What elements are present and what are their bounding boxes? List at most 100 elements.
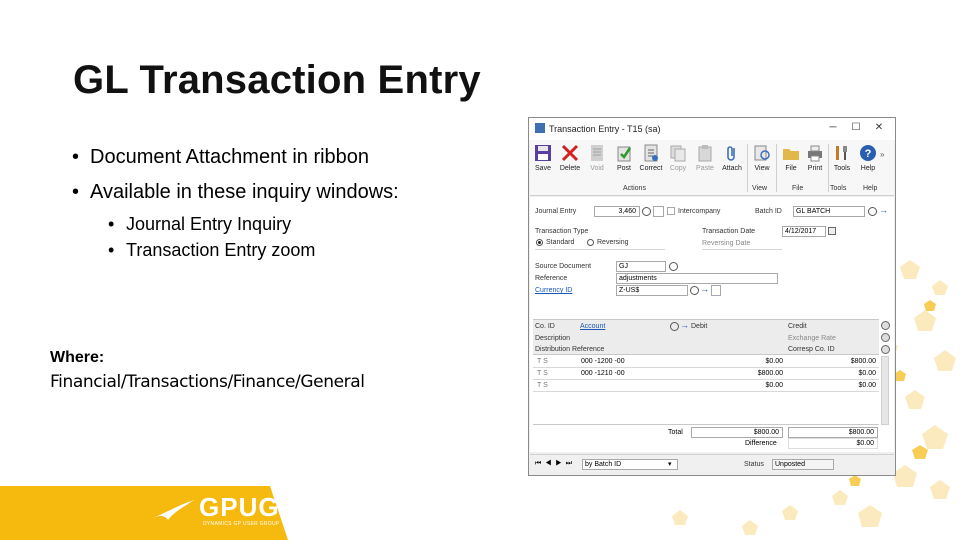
ribbon-separator — [747, 144, 748, 192]
grid-header-debit: Debit — [691, 323, 708, 330]
collapse-rows-icon[interactable] — [881, 333, 890, 342]
minimize-icon[interactable]: ─ — [826, 122, 840, 133]
chevron-down-icon[interactable]: ▾ — [668, 460, 672, 468]
journal-entry-label: Journal Entry — [535, 208, 577, 215]
ribbon-overflow-icon[interactable]: » — [880, 150, 884, 159]
correct-label: Correct — [639, 165, 663, 172]
batch-id-label: Batch ID — [755, 208, 782, 215]
window-title: Transaction Entry - T15 (sa) — [549, 124, 661, 134]
attach-icon — [727, 146, 735, 161]
attach-button[interactable]: Attach — [719, 144, 745, 172]
currency-note-icon[interactable] — [711, 285, 721, 296]
difference-label: Difference — [745, 440, 777, 447]
paste-icon — [698, 145, 712, 162]
svg-text:?: ? — [865, 148, 872, 160]
logo-text: GPUG — [199, 492, 280, 522]
tools-button[interactable]: Tools — [829, 144, 855, 172]
group-tools: Tools — [830, 185, 847, 192]
maximize-icon[interactable]: ☐ — [849, 122, 863, 133]
bullet-item: • Document Attachment in ribbon — [72, 146, 370, 168]
currency-id-field[interactable]: Z-US$ — [616, 285, 688, 296]
sub-bullet-text: Journal Entry Inquiry — [126, 214, 292, 234]
record-navigation[interactable]: ⏮◀▶⏭ — [535, 460, 576, 468]
row-co-id: T S — [537, 382, 548, 389]
help-label: Help — [860, 165, 876, 172]
row-credit: $0.00 — [858, 382, 876, 389]
copy-button[interactable]: Copy — [665, 144, 691, 172]
row-debit: $0.00 — [765, 358, 783, 365]
view-button[interactable]: View — [749, 144, 775, 172]
reversing-radio[interactable] — [587, 239, 594, 246]
transaction-date-field[interactable]: 4/12/2017 — [782, 226, 826, 237]
where-label: Where: — [50, 349, 105, 366]
sub-bullet-item: • Journal Entry Inquiry — [108, 214, 292, 234]
help-button[interactable]: ? Help — [855, 144, 881, 172]
divider — [702, 249, 782, 250]
total-credit-field: $800.00 — [788, 427, 878, 438]
logo-swoosh-icon — [152, 500, 194, 520]
void-button[interactable]: Void — [584, 144, 610, 172]
difference-field: $0.00 — [788, 438, 878, 449]
row-account: 000 -1210 -00 — [581, 370, 625, 377]
expand-arrow-icon[interactable]: → — [680, 321, 689, 330]
group-actions: Actions — [623, 185, 646, 192]
grid-header-account[interactable]: Account — [580, 323, 605, 330]
sub-bullet-item: • Transaction Entry zoom — [108, 240, 316, 260]
attach-label: Attach — [722, 165, 742, 172]
source-document-field[interactable]: GJ — [616, 261, 666, 272]
intercompany-checkbox[interactable] — [667, 207, 675, 215]
table-row[interactable]: T S 000 -1210 -00 $800.00 $0.00 — [533, 368, 879, 380]
grid-header-co-id: Co. ID — [535, 323, 555, 330]
delete-button[interactable]: Delete — [557, 144, 583, 172]
expand-arrow-icon[interactable]: → — [700, 285, 709, 294]
close-icon[interactable]: ✕ — [872, 122, 886, 133]
calendar-icon[interactable] — [828, 227, 836, 235]
print-icon — [808, 145, 822, 162]
bullet-text: Document Attachment in ribbon — [90, 146, 370, 168]
reference-field[interactable]: adjustments — [616, 273, 778, 284]
delete-icon — [561, 144, 579, 162]
delete-row-icon[interactable] — [881, 345, 890, 354]
lookup-icon[interactable] — [669, 262, 678, 271]
sort-by-select[interactable]: by Batch ID — [582, 459, 678, 470]
journal-entry-field[interactable]: 3,460 — [594, 206, 640, 217]
row-account: 000 -1200 -00 — [581, 358, 625, 365]
file-icon — [783, 149, 799, 160]
grid-header-corresp-co-id: Corresp Co. ID — [788, 346, 835, 353]
lookup-icon[interactable] — [670, 322, 679, 331]
total-label: Total — [668, 429, 683, 436]
logo-tagline: DYNAMICS GP USER GROUP — [203, 521, 280, 527]
file-button[interactable]: File — [778, 144, 804, 172]
correct-icon — [644, 144, 658, 162]
table-row[interactable]: T S 000 -1200 -00 $0.00 $800.00 — [533, 356, 879, 368]
tools-label: Tools — [833, 165, 851, 172]
intercompany-label: Intercompany — [678, 208, 721, 215]
sub-bullet-text: Transaction Entry zoom — [126, 240, 316, 260]
window-titlebar: Transaction Entry - T15 (sa) ─ ☐ ✕ — [529, 118, 895, 140]
lookup-icon[interactable] — [868, 207, 877, 216]
bullet-item: • Available in these inquiry windows: — [72, 181, 399, 203]
paste-label: Paste — [696, 165, 714, 172]
post-button[interactable]: Post — [611, 144, 637, 172]
standard-radio[interactable] — [536, 239, 543, 246]
lookup-icon[interactable] — [690, 286, 699, 295]
expand-arrow-icon[interactable]: → — [879, 206, 888, 215]
expand-rows-icon[interactable] — [881, 321, 890, 330]
print-button[interactable]: Print — [802, 144, 828, 172]
save-button[interactable]: Save — [530, 144, 556, 172]
correct-button[interactable]: Correct — [638, 144, 664, 172]
row-debit: $800.00 — [757, 370, 783, 377]
table-row[interactable]: T S $0.00 $0.00 — [533, 380, 879, 392]
divider — [535, 249, 665, 250]
group-file: File — [792, 185, 804, 192]
grid-scrollbar[interactable] — [881, 356, 889, 425]
batch-id-field[interactable]: GL BATCH — [793, 206, 865, 217]
currency-id-link[interactable]: Currency ID — [535, 287, 572, 294]
lookup-icon[interactable] — [642, 207, 651, 216]
row-credit: $800.00 — [850, 358, 876, 365]
transaction-type-label: Transaction Type — [535, 228, 589, 235]
void-icon — [591, 145, 603, 161]
journal-note-icon[interactable] — [653, 206, 664, 217]
total-debit-field: $800.00 — [691, 427, 783, 438]
paste-button[interactable]: Paste — [692, 144, 718, 172]
